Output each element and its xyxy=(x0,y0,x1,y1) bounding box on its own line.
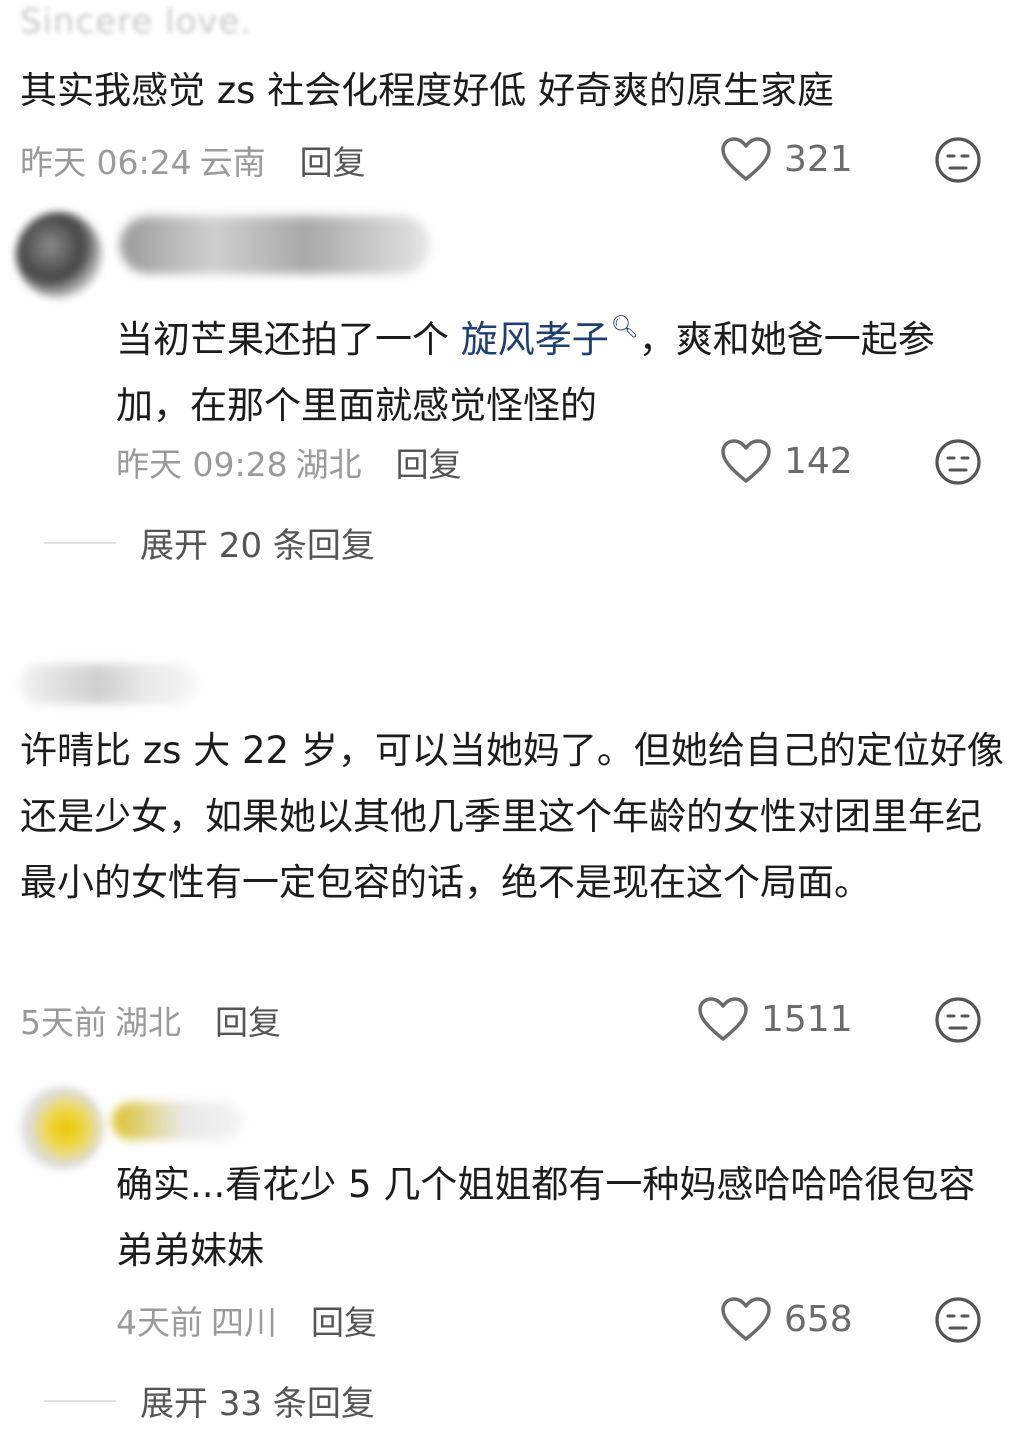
username-redaction xyxy=(112,1102,242,1140)
like-count: 1511 xyxy=(761,998,853,1040)
reply-avatar[interactable] xyxy=(16,212,116,298)
search-icon: 🔍︎ xyxy=(610,315,639,340)
comment-location: 湖北 xyxy=(295,445,362,484)
comment-text: 其实我感觉 zs 社会化程度好低 好奇爽的原生家庭 xyxy=(20,69,834,112)
search-link[interactable]: 旋风孝子🔍︎ xyxy=(460,315,639,361)
like-count: 658 xyxy=(784,1298,853,1340)
comment-text: 确实...看花少 5 几个姐姐都有一种妈感哈哈哈很包容弟弟妹妹 xyxy=(116,1163,976,1272)
username-redaction[interactable] xyxy=(20,664,196,704)
expand-replies-button[interactable]: 展开 20 条回复 xyxy=(44,518,375,567)
expand-divider xyxy=(44,1399,116,1402)
like-button[interactable]: 142 xyxy=(720,438,853,484)
comment-text-start: 当初芒果还拍了一个 xyxy=(116,318,461,361)
comment-text: 许晴比 zs 大 22 岁，可以当她妈了。但她给自己的定位好像还是少女，如果她以… xyxy=(20,729,1004,904)
neutral-face-icon[interactable] xyxy=(934,1296,982,1344)
comment-time: 昨天 06:24 xyxy=(20,143,192,182)
comment-location: 四川 xyxy=(211,1303,277,1342)
comment-meta: 5天前 湖北 回复 xyxy=(20,996,281,1044)
like-count: 142 xyxy=(784,440,853,482)
neutral-face-icon[interactable] xyxy=(934,136,982,184)
comment-meta: 昨天 06:24 云南 回复 xyxy=(20,136,366,184)
like-button[interactable]: 658 xyxy=(720,1296,853,1342)
like-count: 321 xyxy=(784,138,853,180)
reply-button[interactable]: 回复 xyxy=(396,445,462,484)
reply-button[interactable]: 回复 xyxy=(215,1003,281,1042)
expand-replies-label: 展开 20 条回复 xyxy=(140,526,375,566)
neutral-face-icon[interactable] xyxy=(934,438,982,486)
neutral-face-icon[interactable] xyxy=(934,996,982,1044)
comment-time: 5天前 xyxy=(20,1003,107,1042)
reply-button[interactable]: 回复 xyxy=(311,1303,377,1342)
comment-location: 云南 xyxy=(199,143,266,182)
heart-outline-icon xyxy=(721,137,771,181)
expand-replies-button[interactable]: 展开 33 条回复 xyxy=(44,1376,375,1425)
expand-divider xyxy=(44,541,116,544)
comment-time: 4天前 xyxy=(116,1303,203,1342)
heart-outline-icon xyxy=(698,997,748,1041)
search-link-text: 旋风孝子 xyxy=(460,318,609,361)
comment-location: 湖北 xyxy=(115,1003,181,1042)
expand-replies-label: 展开 33 条回复 xyxy=(140,1384,375,1424)
heart-outline-icon xyxy=(721,439,771,483)
like-button[interactable]: 321 xyxy=(720,136,853,182)
username-redaction xyxy=(120,216,430,274)
like-button[interactable]: 1511 xyxy=(697,996,853,1042)
comment-text: 当初芒果还拍了一个 旋风孝子🔍︎，爽和她爸一起参加，在那个里面就感觉怪怪的 xyxy=(116,295,976,439)
comment-meta: 昨天 09:28 湖北 回复 xyxy=(116,438,462,486)
heart-outline-icon xyxy=(721,1297,771,1341)
reply-button[interactable]: 回复 xyxy=(300,143,366,182)
comment-meta: 4天前 四川 回复 xyxy=(116,1296,377,1344)
reply-avatar[interactable] xyxy=(20,1086,110,1176)
comment-time: 昨天 09:28 xyxy=(116,445,288,484)
comment-username[interactable]: Sincere love. xyxy=(20,2,252,42)
